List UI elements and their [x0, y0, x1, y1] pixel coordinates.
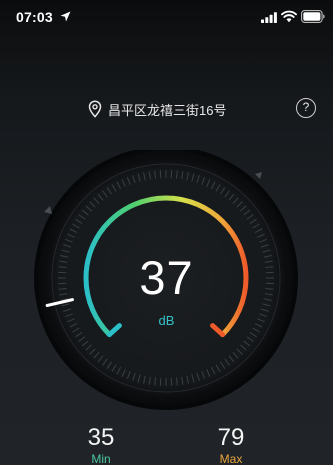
min-value: 35 [87, 424, 115, 451]
wifi-icon [281, 10, 297, 23]
max-stat: 79 Max [196, 424, 266, 465]
decibel-unit: dB [158, 313, 175, 328]
status-time: 07:03 [16, 9, 53, 25]
sound-meter-screen: 07:03 昌平区龙禧三街16号 ? 37 dB 35 Min 79 Max [0, 0, 333, 465]
location-bar: 昌平区龙禧三街16号 ? [0, 96, 333, 122]
min-stat: 35 Min [66, 424, 136, 465]
scale-end-marker-icon [255, 172, 262, 179]
location-arrow-icon [60, 11, 71, 22]
decibel-value: 37 [139, 251, 194, 304]
signal-icon [261, 12, 277, 23]
status-bar: 07:03 [0, 0, 333, 34]
help-button[interactable]: ? [296, 98, 316, 118]
location-address[interactable]: 昌平区龙禧三街16号 [108, 100, 226, 119]
battery-icon [301, 10, 325, 23]
scale-start-marker-icon [44, 206, 52, 214]
max-value: 79 [217, 424, 245, 451]
location-pin-icon [88, 100, 102, 118]
min-label: Min [91, 452, 111, 465]
help-icon: ? [302, 100, 310, 114]
max-label: Max [219, 452, 243, 465]
